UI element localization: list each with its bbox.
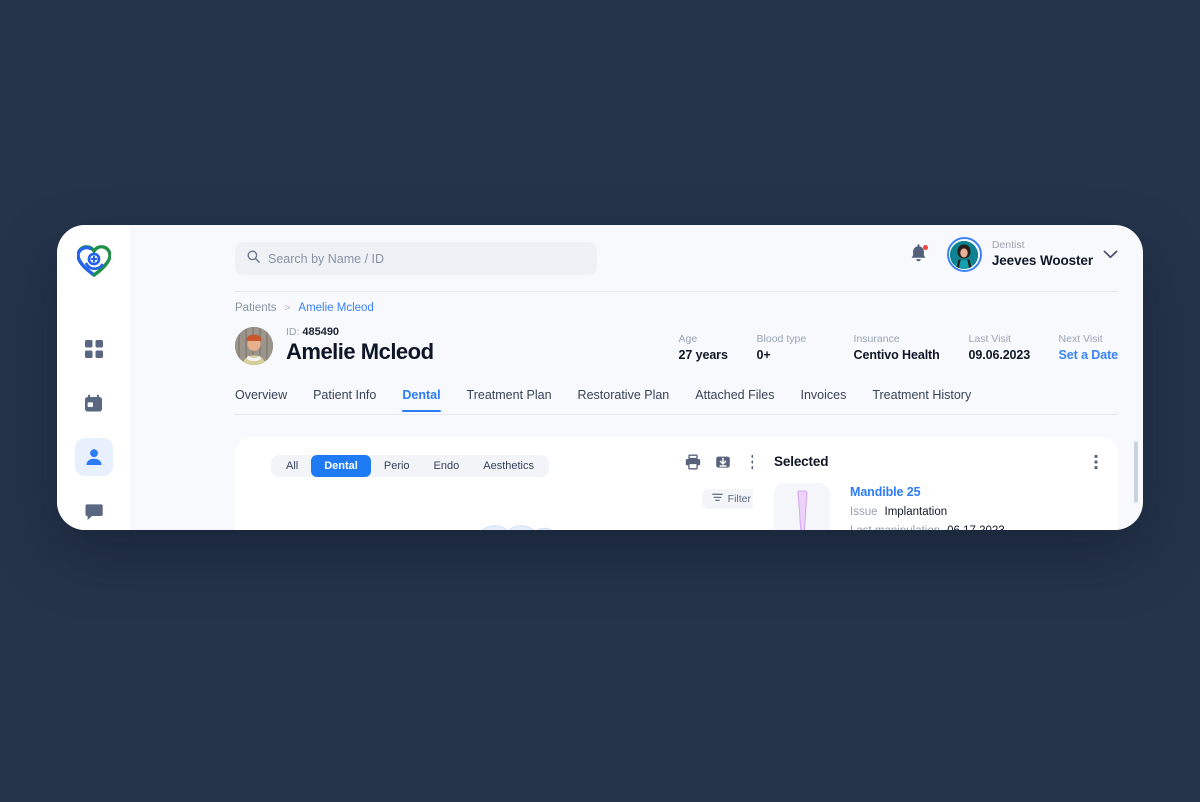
stat-age: Age 27 years (679, 332, 757, 362)
stat-value: Centivo Health (853, 347, 940, 362)
tab-invoices[interactable]: Invoices (800, 388, 846, 411)
tab-treatment-history[interactable]: Treatment History (872, 388, 971, 411)
selected-last-manipulation-row: Last manipulation 06.17.2023 (850, 525, 1005, 530)
selected-tooth-row: Mandible 25 Issue Implantation Last mani… (774, 483, 1005, 530)
filter-label: Filter (727, 493, 751, 505)
stat-label: Last Visit (968, 333, 1011, 345)
patient-id: ID: 485490 (286, 326, 434, 338)
sidebar-nav (74, 330, 113, 530)
patient-stats: Age 27 years Blood type 0+ Insurance Cen… (679, 332, 1119, 362)
tab-dental[interactable]: Dental (402, 388, 441, 412)
selected-last-manipulation-label: Last manipulation (850, 525, 940, 530)
scrollbar-thumb[interactable] (1134, 441, 1138, 503)
avatar (946, 237, 982, 272)
set-a-date-link[interactable]: Set a Date (1059, 348, 1119, 362)
top-bar-right: Dentist Jeeves Wooster (909, 237, 1118, 272)
profile-role: Dentist (991, 239, 1025, 252)
stat-label: Next Visit (1058, 333, 1103, 345)
search-icon (247, 250, 260, 268)
top-bar-divider (235, 291, 1118, 292)
chart-filter-segments: All Dental Perio Endo Aesthetics (271, 454, 549, 478)
top-bar: Dentist Jeeves Wooster (130, 225, 1143, 291)
sidebar-item-patients[interactable] (74, 438, 113, 476)
segment-endo[interactable]: Endo (423, 456, 471, 477)
filter-icon (711, 493, 723, 505)
breadcrumb-root[interactable]: Patients (235, 302, 277, 314)
patient-header: ID: 485490 Amelie Mcleod Age 27 years Bl… (235, 326, 1118, 380)
breadcrumb: Patients > Amelie Mcleod (235, 302, 374, 314)
stat-label: Insurance (853, 333, 900, 345)
stat-label: Blood type (756, 333, 807, 345)
segment-dental[interactable]: Dental (311, 454, 371, 478)
sidebar-item-calendar[interactable] (75, 384, 113, 422)
stat-next-visit: Next Visit Set a Date (1058, 332, 1119, 362)
tab-attached-files[interactable]: Attached Files (695, 388, 774, 411)
chevron-down-icon[interactable] (1103, 246, 1118, 264)
person-icon (85, 448, 103, 466)
stat-value: 0+ (756, 347, 771, 362)
stat-value: 27 years (678, 347, 728, 362)
tab-patient-info[interactable]: Patient Info (313, 388, 376, 411)
search-input[interactable] (268, 251, 585, 266)
patient-id-label: ID: (286, 326, 300, 338)
sidebar-item-dashboard[interactable] (75, 330, 113, 368)
sidebar (57, 225, 130, 530)
stat-value: 09.06.2023 (968, 347, 1031, 362)
search-bar[interactable] (235, 242, 597, 275)
patient-identity: ID: 485490 Amelie Mcleod (235, 326, 434, 365)
notifications-button[interactable] (909, 243, 929, 269)
stat-blood-type: Blood type 0+ (757, 332, 854, 362)
selected-issue-row: Issue Implantation (850, 506, 1005, 518)
download-icon[interactable] (714, 453, 731, 470)
page-title: Amelie Mcleod (286, 339, 434, 364)
stat-insurance: Insurance Centivo Health (854, 332, 969, 362)
stat-last-visit: Last Visit 09.06.2023 (969, 332, 1059, 362)
tooth-root-illustration (774, 483, 830, 530)
chat-bubble-icon (84, 502, 103, 521)
profile-menu[interactable]: Dentist Jeeves Wooster (946, 237, 1118, 272)
bell-icon (909, 243, 928, 269)
tab-restorative-plan[interactable]: Restorative Plan (578, 388, 670, 411)
screen-root: Dentist Jeeves Wooster Patients > (0, 0, 1200, 802)
selected-tooth-info: Mandible 25 Issue Implantation Last mani… (850, 483, 1005, 530)
breadcrumb-separator: > (284, 302, 291, 314)
selected-tooth-name[interactable]: Mandible 25 (850, 485, 1005, 499)
app-window: Dentist Jeeves Wooster Patients > (57, 225, 1143, 530)
profile-name: Jeeves Wooster (991, 253, 1093, 269)
tab-treatment-plan[interactable]: Treatment Plan (467, 388, 552, 411)
selected-card-title: Selected (774, 454, 829, 469)
dental-chart-card: All Dental Perio Endo Aesthetics Filter (235, 437, 789, 530)
breadcrumb-current[interactable]: Amelie Mcleod (298, 302, 373, 314)
tab-overview[interactable]: Overview (235, 388, 287, 411)
selected-issue-label: Issue (850, 506, 878, 518)
patient-avatar (235, 326, 273, 365)
notification-badge (922, 244, 928, 250)
chart-actions (684, 453, 761, 470)
stat-label: Age (678, 333, 698, 345)
selected-last-manipulation-value: 06.17.2023 (947, 525, 1005, 530)
main-region: Dentist Jeeves Wooster Patients > (130, 225, 1143, 530)
heart-plus-logo[interactable] (74, 242, 114, 280)
selected-tooth-card: Selected Mandible 25 Issue Implantation (753, 437, 1118, 530)
segment-perio[interactable]: Perio (373, 456, 421, 477)
teeth-arch-diagram[interactable] (402, 515, 622, 530)
grid-icon (84, 340, 103, 358)
print-icon[interactable] (684, 453, 701, 470)
segment-all[interactable]: All (275, 456, 309, 477)
selected-issue-value: Implantation (884, 506, 948, 518)
segment-aesthetics[interactable]: Aesthetics (472, 456, 545, 477)
patient-tabs: Overview Patient Info Dental Treatment P… (235, 388, 1118, 415)
calendar-icon (84, 394, 103, 413)
more-vertical-icon[interactable] (1094, 454, 1098, 475)
sidebar-item-messages[interactable] (75, 492, 113, 530)
patient-id-value: 485490 (302, 326, 340, 338)
content-area: All Dental Perio Endo Aesthetics Filter … (235, 437, 1118, 530)
